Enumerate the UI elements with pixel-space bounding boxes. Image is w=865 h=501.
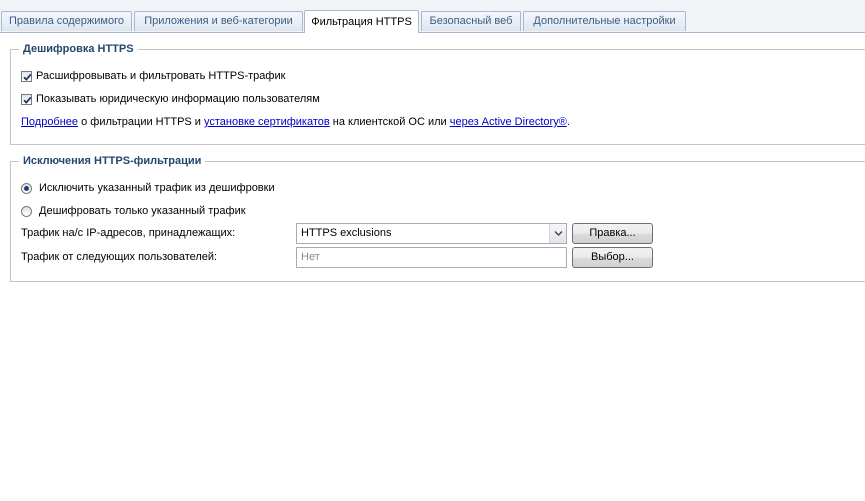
https-decryption-title: Дешифровка HTTPS xyxy=(19,42,138,56)
info-text-3: . xyxy=(566,116,570,128)
https-info-text: Подробнее о фильтрации HTTPS и установке… xyxy=(21,114,570,130)
https-exclusions-group: Исключения HTTPS-фильтрации Исключить ук… xyxy=(10,154,865,282)
tab-strip: Правила содержимого Приложения и веб-кат… xyxy=(0,0,865,33)
decrypt-only-row[interactable]: Дешифровать только указанный трафик xyxy=(21,203,246,219)
ip-group-select[interactable]: HTTPS exclusions xyxy=(296,223,567,244)
info-text-1: о фильтрации HTTPS и xyxy=(78,116,204,128)
https-exclusions-title: Исключения HTTPS-фильтрации xyxy=(19,154,206,168)
checkmark-icon xyxy=(23,96,32,104)
info-text-2: на клиентской ОС или xyxy=(329,116,450,128)
decrypt-filter-label: Расшифровывать и фильтровать HTTPS-трафи… xyxy=(36,70,286,82)
edit-button[interactable]: Правка... xyxy=(572,223,653,244)
decrypt-only-label: Дешифровать только указанный трафик xyxy=(39,205,246,217)
more-info-link[interactable]: Подробнее xyxy=(21,116,78,128)
exclude-traffic-label: Исключить указанный трафик из дешифровки xyxy=(39,182,275,194)
show-legal-label: Показывать юридическую информацию пользо… xyxy=(36,93,320,105)
show-legal-checkbox[interactable] xyxy=(21,93,32,105)
tab-advanced-settings[interactable]: Дополнительные настройки xyxy=(523,11,686,31)
exclude-traffic-radio[interactable] xyxy=(21,182,32,194)
show-legal-row[interactable]: Показывать юридическую информацию пользо… xyxy=(21,91,320,107)
active-directory-link[interactable]: через Active Directory® xyxy=(450,116,567,128)
tab-safe-web[interactable]: Безопасный веб xyxy=(421,11,521,31)
chevron-down-icon xyxy=(554,231,563,236)
users-field[interactable]: Нет xyxy=(296,247,567,268)
dropdown-arrow[interactable] xyxy=(549,224,566,243)
tab-content-rules[interactable]: Правила содержимого xyxy=(1,11,132,31)
decrypt-filter-row[interactable]: Расшифровывать и фильтровать HTTPS-трафи… xyxy=(21,68,285,84)
tab-strip-border xyxy=(0,32,865,33)
ip-traffic-label: Трафик на/с IP-адресов, принадлежащих: xyxy=(21,227,236,239)
decrypt-only-radio[interactable] xyxy=(21,205,32,217)
checkmark-icon xyxy=(23,73,32,81)
decrypt-filter-checkbox[interactable] xyxy=(21,70,32,82)
ip-group-value: HTTPS exclusions xyxy=(301,227,392,239)
tab-https-filtering[interactable]: Фильтрация HTTPS xyxy=(304,10,419,33)
https-decryption-group: Дешифровка HTTPS Расшифровывать и фильтр… xyxy=(10,42,865,145)
certificate-install-link[interactable]: установке сертификатов xyxy=(204,116,330,128)
select-users-button[interactable]: Выбор... xyxy=(572,247,653,268)
users-traffic-label: Трафик от следующих пользователей: xyxy=(21,251,218,263)
tab-applications-web-categories[interactable]: Приложения и веб-категории xyxy=(134,11,303,31)
exclude-traffic-row[interactable]: Исключить указанный трафик из дешифровки xyxy=(21,180,275,196)
